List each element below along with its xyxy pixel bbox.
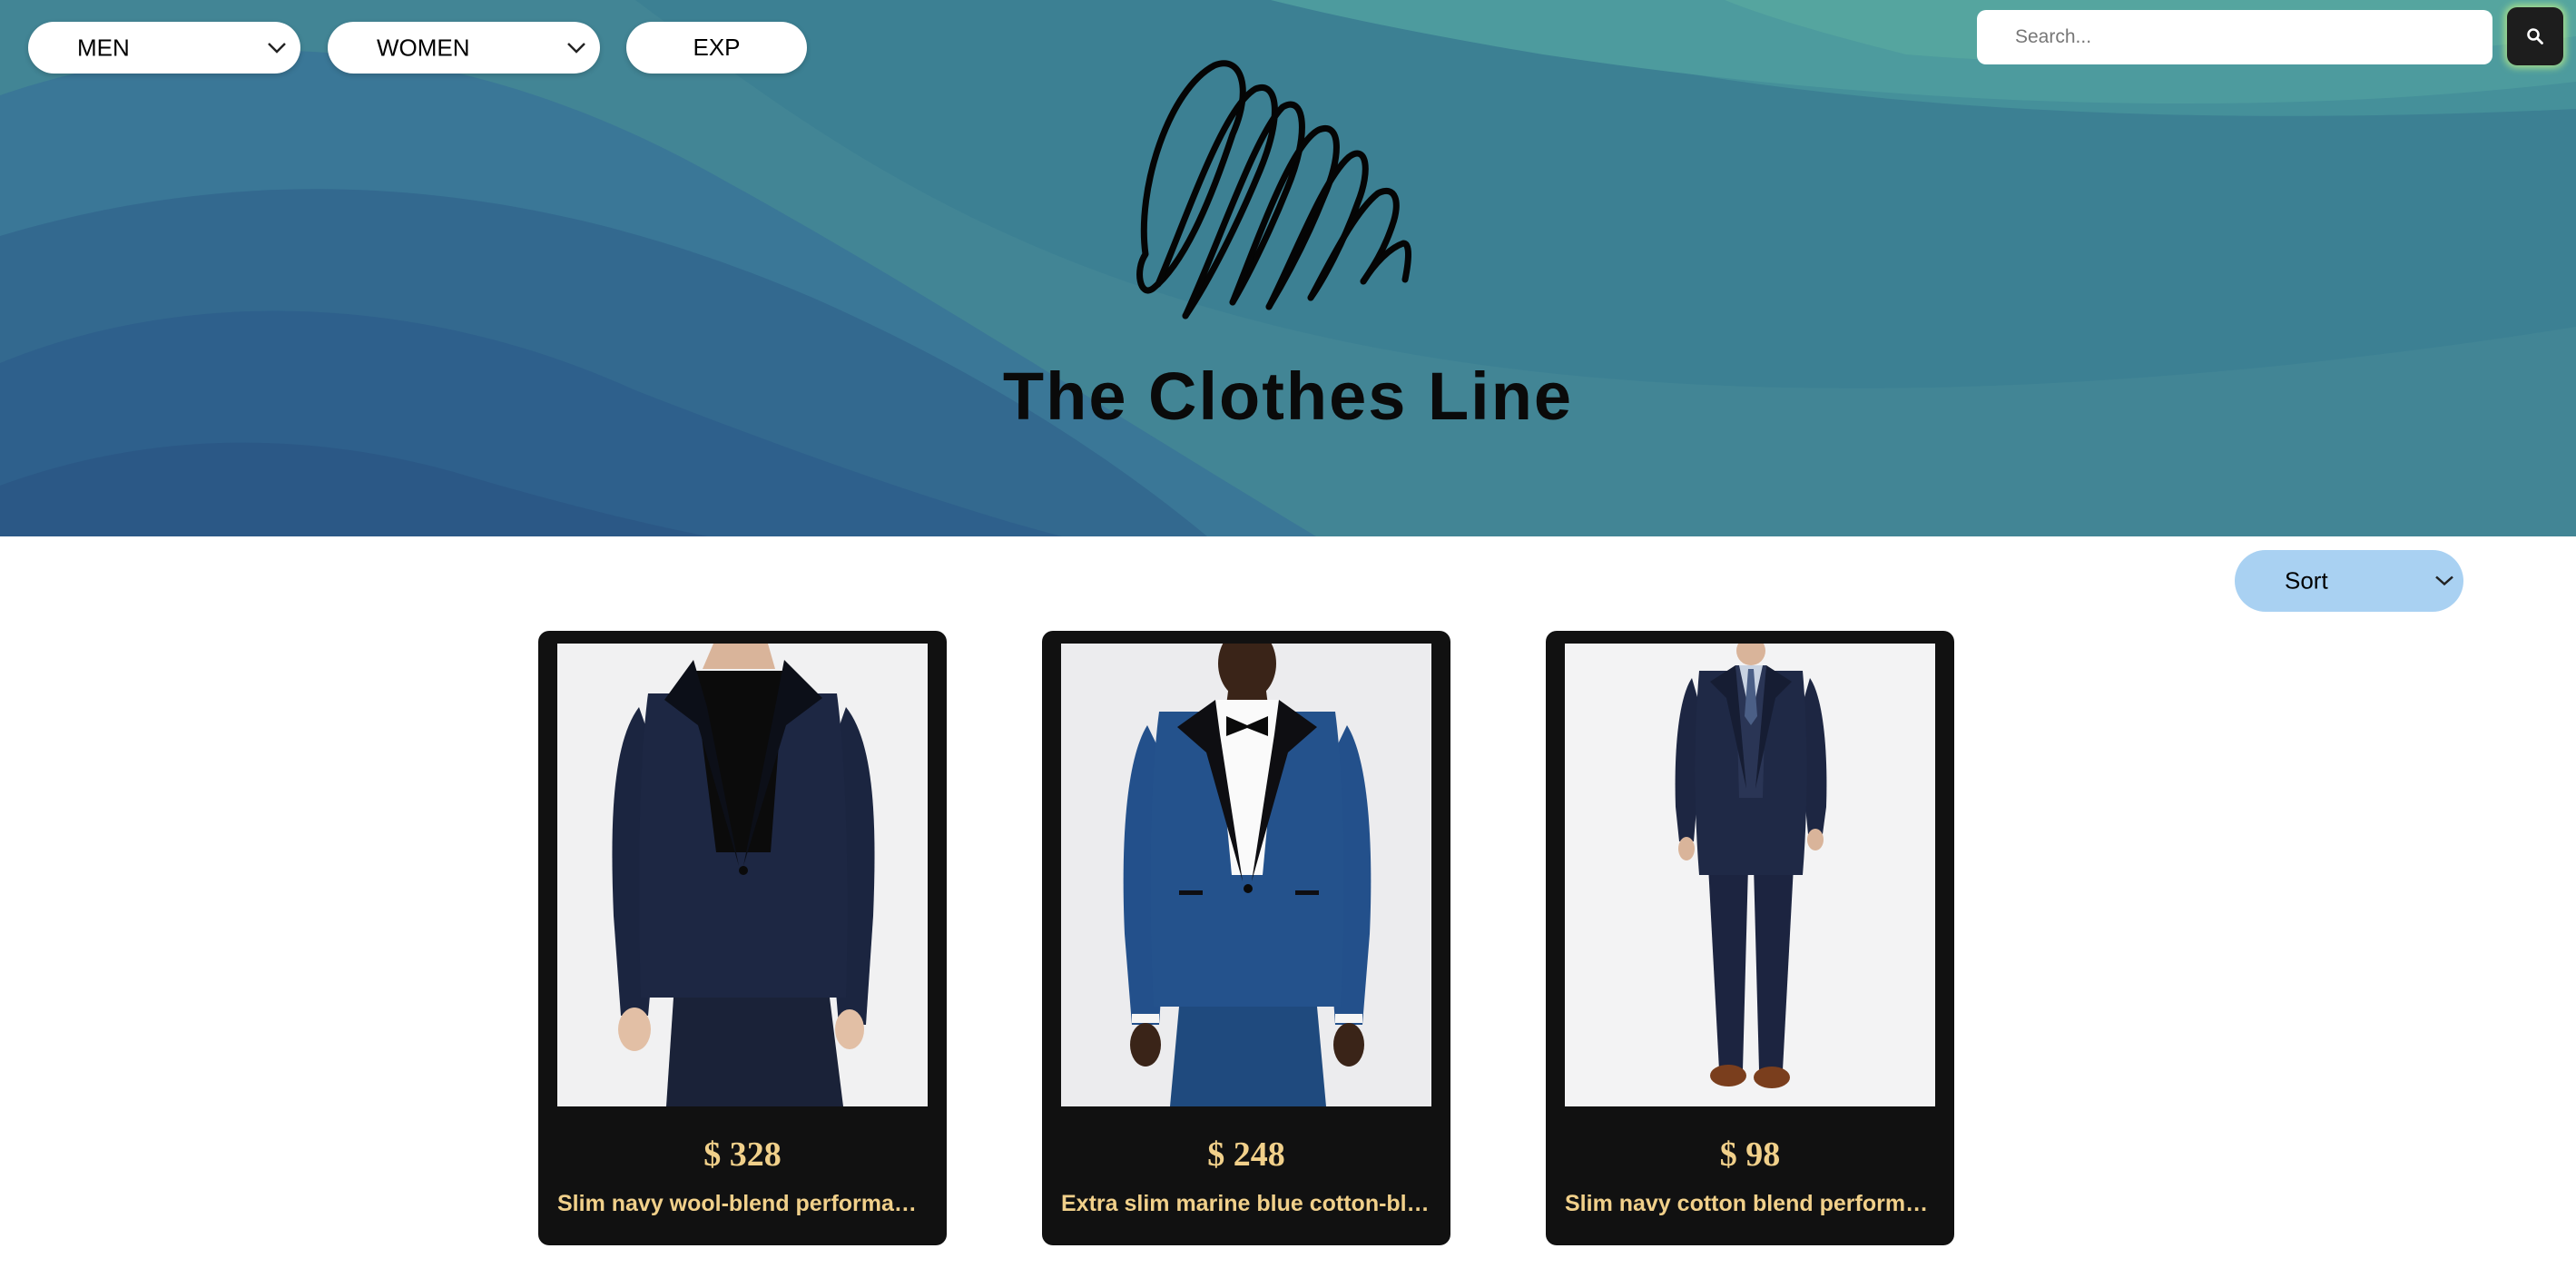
product-name[interactable]: Slim navy cotton blend performance suit [1565,1191,1935,1217]
product-image[interactable] [557,644,928,1106]
product-name[interactable]: Slim navy wool-blend performance tuxedo … [557,1191,928,1217]
scribble-logo [1136,60,1411,320]
sort-dropdown-label: Sort [2285,566,2328,595]
product-card[interactable]: $ 328 Slim navy wool-blend performance t… [538,631,947,1245]
product-card[interactable]: $ 248 Extra slim marine blue cotton-blen… [1042,631,1450,1245]
men-dropdown[interactable]: MEN [28,22,300,74]
exp-button[interactable]: EXP [626,22,807,74]
product-price: $ 328 [703,1135,782,1174]
product-card[interactable]: $ 98 Slim navy cotton blend performance … [1546,631,1954,1245]
product-image[interactable] [1565,644,1935,1106]
product-price: $ 248 [1207,1135,1285,1174]
chevron-down-icon [268,42,286,54]
product-image[interactable] [1061,644,1431,1106]
product-name[interactable]: Extra slim marine blue cotton-blend tuxe… [1061,1191,1431,1217]
product-price: $ 98 [1719,1135,1781,1174]
search-input[interactable] [1977,10,2492,64]
men-dropdown-label: MEN [77,34,130,61]
search-button[interactable] [2507,7,2563,65]
search-icon [2527,28,2543,44]
brand-title: The Clothes Line [1002,359,1574,434]
women-dropdown-label: WOMEN [377,34,470,61]
hero-banner: MEN WOMEN EXP The Clothes Line [0,0,2576,536]
tuxedo-jacket-image [557,644,928,1106]
women-dropdown[interactable]: WOMEN [328,22,600,74]
sort-dropdown[interactable]: Sort [2235,550,2463,612]
chevron-down-icon [567,42,585,54]
exp-button-label: EXP [693,34,741,61]
suit-image [1565,644,1935,1106]
chevron-down-icon [2435,575,2453,586]
tuxedo-jacket-image [1061,644,1431,1106]
